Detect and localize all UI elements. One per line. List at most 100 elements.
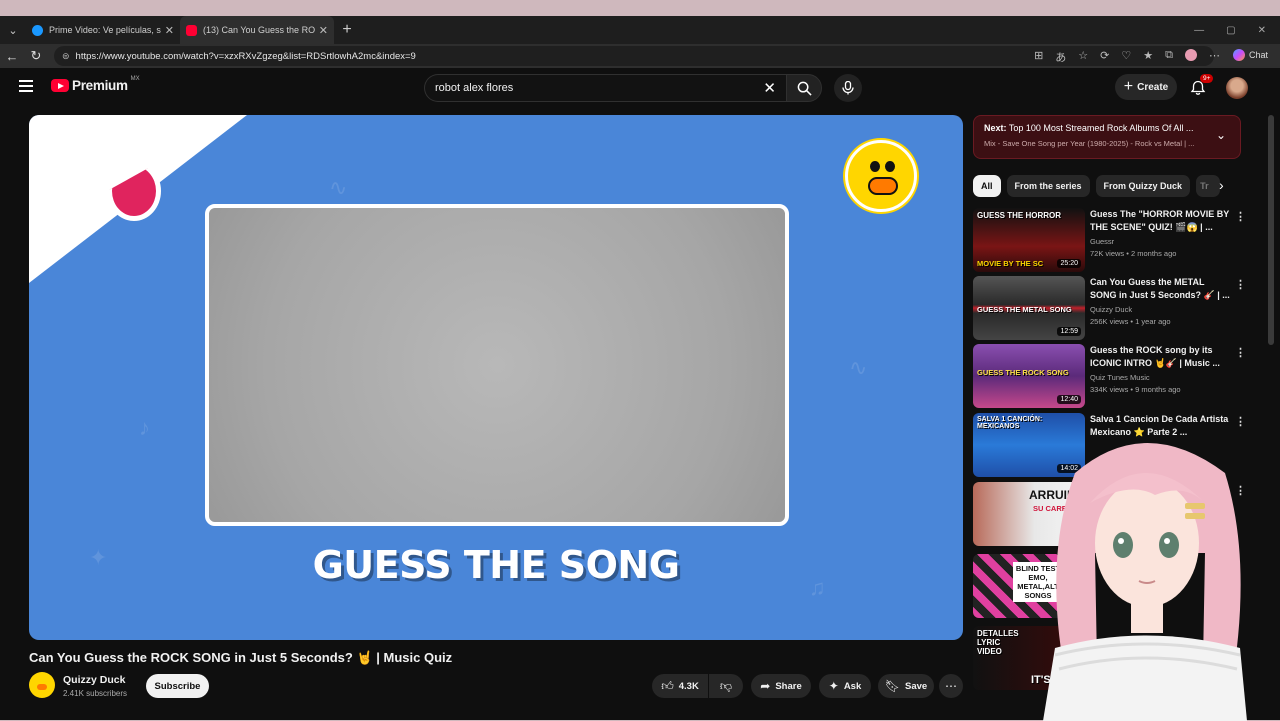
prime-video-favicon-icon <box>32 24 43 36</box>
subscriber-count: 2.41K subscribers <box>63 689 128 698</box>
video-info: Guess the ROCK song by its ICONIC INTRO … <box>1090 344 1230 394</box>
chat-label: Chat <box>1248 50 1268 60</box>
extensions-icon[interactable]: ⟳ <box>1100 49 1109 65</box>
close-tab-icon[interactable]: ✕ <box>319 24 328 37</box>
duck-eye <box>885 161 895 172</box>
chip-from-quizzy-duck[interactable]: From Quizzy Duck <box>1095 175 1191 197</box>
guess-the-song-heading: GUESS THE SONG <box>312 543 680 587</box>
search-input[interactable]: robot alex flores ✕ <box>424 74 786 102</box>
site-info-icon[interactable]: ⊜ <box>62 51 70 62</box>
maximize-icon[interactable]: ▢ <box>1226 25 1235 36</box>
duration-badge: 12:40 <box>1057 395 1081 404</box>
url-text: https://www.youtube.com/watch?v=xzxRXvZg… <box>75 50 416 62</box>
recommendation-channel[interactable]: Quiz Tunes Music <box>1090 373 1230 382</box>
voice-search-button[interactable] <box>834 74 862 102</box>
sidebar-scrollbar[interactable] <box>1268 115 1274 345</box>
menu-icon[interactable] <box>19 80 33 92</box>
chevron-right-icon[interactable]: › <box>1219 177 1224 193</box>
recommendation-channel[interactable]: Guessr <box>1090 237 1230 246</box>
app-icon[interactable]: ⊞ <box>1034 49 1043 65</box>
thumbs-down-icon: 👎︎ <box>719 678 733 693</box>
minimize-icon[interactable]: — <box>1194 25 1204 36</box>
list-item[interactable]: GUESS THE HORROR MOVIE BY THE SC 25:20 G… <box>973 208 1253 272</box>
list-item[interactable]: GUESS THE METAL SONG 12:59 Can You Guess… <box>973 276 1253 340</box>
close-window-icon[interactable]: ✕ <box>1258 25 1266 36</box>
favorites-icon[interactable]: ★ <box>1143 49 1153 65</box>
search-button[interactable] <box>786 74 822 102</box>
tab-actions-menu[interactable]: ⌄ <box>0 16 26 44</box>
save-label: Save <box>905 680 928 692</box>
share-button[interactable]: ➦ Share <box>751 674 811 698</box>
share-arrow-icon: ➦ <box>760 679 771 693</box>
video-player[interactable]: ∿ ♪ ∿ ✦ ♫ GUESS THE SONG <box>29 115 963 640</box>
collections-icon[interactable]: ⧉ <box>1165 49 1173 65</box>
recommendation-meta: 256K views • 1 year ago <box>1090 317 1171 326</box>
recommendation-channel[interactable]: Quizzy Duck <box>1090 305 1230 314</box>
refresh-icon[interactable]: ↻ <box>24 48 48 64</box>
recommendation-meta: 72K views • 2 months ago <box>1090 249 1177 258</box>
favorite-star-icon[interactable]: ☆ <box>1078 49 1088 65</box>
share-label: Share <box>775 680 802 692</box>
list-item[interactable]: GUESS THE ROCK SONG 12:40 Guess the ROCK… <box>973 344 1253 408</box>
bookmark-icon: 🔖︎ <box>884 679 901 693</box>
recommendation-title[interactable]: Can You Guess the METAL SONG in Just 5 S… <box>1090 276 1230 302</box>
video-thumbnail[interactable]: GUESS THE METAL SONG 12:59 <box>973 276 1085 340</box>
video-title: Can You Guess the ROCK SONG in Just 5 Se… <box>29 650 453 665</box>
back-icon[interactable]: ← <box>0 49 24 64</box>
video-thumbnail[interactable]: GUESS THE ROCK SONG 12:40 <box>973 344 1085 408</box>
tab-prime-video[interactable]: Prime Video: Ve películas, series, c ✕ <box>26 16 180 44</box>
channel-name[interactable]: Quizzy Duck <box>63 674 125 686</box>
more-horizontal-icon: ⋯ <box>945 679 957 693</box>
subscribe-button[interactable]: Subscribe <box>146 674 209 698</box>
next-video-title: Top 100 Most Streamed Rock Albums Of All… <box>1008 123 1194 133</box>
thumbnail-text: DETALLES LYRIC VIDEO <box>977 629 1019 656</box>
tab-title: (13) Can You Guess the ROCK SON <box>203 25 315 35</box>
translate-icon[interactable]: あ <box>1055 49 1066 65</box>
copilot-chat-button[interactable]: Chat <box>1232 49 1268 61</box>
thumbnail-text: GUESS THE METAL SONG <box>977 305 1072 314</box>
copilot-icon <box>1232 49 1245 61</box>
account-avatar[interactable] <box>1226 77 1248 99</box>
new-tab-button[interactable]: + <box>334 21 360 39</box>
address-bar-row: ← ↻ ⊜ https://www.youtube.com/watch?v=xz… <box>0 44 1280 68</box>
recommendation-title[interactable]: Guess the ROCK song by its ICONIC INTRO … <box>1090 344 1230 370</box>
next-prefix: Next: <box>984 123 1007 133</box>
profile-icon[interactable] <box>1185 49 1197 61</box>
up-next-panel[interactable]: Next: Top 100 Most Streamed Rock Albums … <box>973 115 1241 159</box>
tab-youtube[interactable]: (13) Can You Guess the ROCK SON ✕ <box>180 16 334 44</box>
dislike-button[interactable]: 👎︎ <box>709 674 743 698</box>
thumbs-up-icon: 👍︎ <box>661 678 674 693</box>
video-thumbnail[interactable]: GUESS THE HORROR MOVIE BY THE SC 25:20 <box>973 208 1085 272</box>
tab-bar: ⌄ Prime Video: Ve películas, series, c ✕… <box>0 16 1280 44</box>
like-button[interactable]: 👍︎ 4.3K <box>652 674 708 698</box>
more-options-icon[interactable]: ⋯ <box>1209 49 1220 65</box>
chip-all[interactable]: All <box>973 175 1001 197</box>
save-button[interactable]: 🔖︎ Save <box>878 674 934 698</box>
create-label: Create <box>1137 81 1169 93</box>
youtube-premium-logo[interactable]: Premium MX <box>51 76 140 93</box>
clear-search-icon[interactable]: ✕ <box>763 79 776 97</box>
ask-label: Ask <box>843 680 862 692</box>
more-vertical-icon[interactable]: ⋮ <box>1235 278 1246 291</box>
duck-beak <box>868 177 898 195</box>
chevron-down-icon[interactable]: ⌄ <box>1216 128 1226 142</box>
ask-button[interactable]: ✦ Ask <box>819 674 871 698</box>
next-mix-subtitle: Mix - Save One Song per Year (1980-2025)… <box>984 139 1195 148</box>
thumbnail-text: SALVA 1 CANCIÓN: MEXICANOS <box>977 416 1043 430</box>
video-info: Can You Guess the METAL SONG in Just 5 S… <box>1090 276 1230 326</box>
channel-avatar[interactable] <box>29 672 55 698</box>
create-button[interactable]: + Create <box>1115 74 1177 100</box>
chip-truncated[interactable]: Tr <box>1196 175 1221 197</box>
more-vertical-icon[interactable]: ⋮ <box>1235 210 1246 223</box>
browser-essentials-icon[interactable]: ♡ <box>1121 49 1131 65</box>
chip-from-the-series[interactable]: From the series <box>1006 175 1090 197</box>
more-actions-button[interactable]: ⋯ <box>939 674 963 698</box>
quiz-image-frame <box>205 204 789 526</box>
browser-window: ⌄ Prime Video: Ve películas, series, c ✕… <box>0 16 1280 721</box>
more-vertical-icon[interactable]: ⋮ <box>1235 415 1246 428</box>
recommendation-title[interactable]: Guess The "HORROR MOVIE BY THE SCENE" QU… <box>1090 208 1230 234</box>
more-vertical-icon[interactable]: ⋮ <box>1235 346 1246 359</box>
thumbnail-text: GUESS THE HORROR <box>977 211 1062 220</box>
duration-badge: 12:59 <box>1057 327 1081 336</box>
close-tab-icon[interactable]: ✕ <box>165 24 174 37</box>
